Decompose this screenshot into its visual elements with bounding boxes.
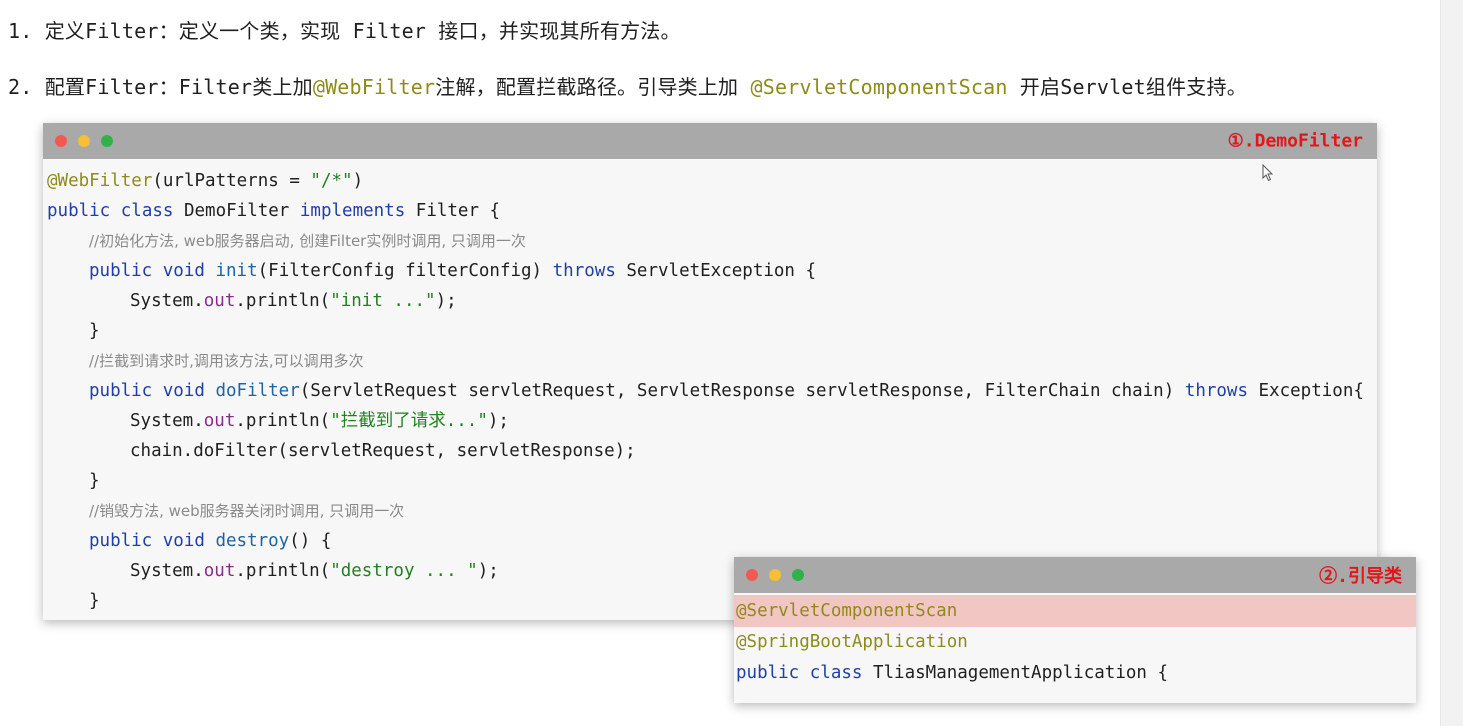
- step-2: 2. 配置Filter：Filter类上加@WebFilter注解，配置拦截路径…: [8, 71, 1247, 100]
- code-line: public class TliasManagementApplication …: [736, 663, 1168, 683]
- demofilter-titlebar: ①.DemoFilter: [43, 123, 1377, 159]
- maximize-dot-icon: [792, 569, 804, 581]
- minimize-dot-icon: [78, 135, 90, 147]
- code-line: @ServletComponentScan: [736, 601, 958, 621]
- code-comment: //销毁方法, web服务器关闭时调用, 只调用一次: [89, 502, 405, 520]
- step-2-text-2: 注解，配置拦截路径。引导类上加: [435, 75, 751, 99]
- step-2-text-3: 开启Servlet组件支持。: [1007, 75, 1247, 99]
- code-line: public void destroy() {: [89, 531, 332, 551]
- step-1: 1. 定义Filter：定义一个类，实现 Filter 接口，并实现其所有方法。: [8, 15, 681, 44]
- code-line: }: [89, 321, 100, 341]
- step-1-text: 定义Filter：定义一个类，实现 Filter 接口，并实现其所有方法。: [44, 19, 681, 43]
- code-comment: //拦截到请求时,调用该方法,可以调用多次: [89, 352, 364, 370]
- code-line: @SpringBootApplication: [736, 632, 968, 652]
- code-line: chain.doFilter(servletRequest, servletRe…: [130, 441, 636, 461]
- step-2-number: 2.: [8, 75, 33, 99]
- minimize-dot-icon: [769, 569, 781, 581]
- code-line: public class DemoFilter implements Filte…: [47, 201, 501, 221]
- application-label: ②.引导类: [1319, 566, 1402, 587]
- application-code: @ServletComponentScan @SpringBootApplica…: [734, 593, 1416, 703]
- step-1-number: 1.: [8, 19, 33, 43]
- mouse-cursor-icon: [1262, 164, 1274, 182]
- close-dot-icon: [55, 135, 67, 147]
- code-line: public void init(FilterConfig filterConf…: [89, 261, 817, 281]
- maximize-dot-icon: [101, 135, 113, 147]
- close-dot-icon: [746, 569, 758, 581]
- code-line: @WebFilter(urlPatterns = "/*"): [47, 171, 364, 191]
- code-line: }: [89, 471, 100, 491]
- step-2-annotation-webfilter: @WebFilter: [312, 75, 436, 99]
- step-2-text-1: 配置Filter：Filter类上加: [44, 75, 313, 99]
- demofilter-code-window: ①.DemoFilter @WebFilter(urlPatterns = "/…: [43, 123, 1377, 620]
- code-line: System.out.println("destroy ... ");: [130, 561, 499, 581]
- application-code-window: ②.引导类 @ServletComponentScan @SpringBootA…: [734, 557, 1416, 703]
- code-line: System.out.println("拦截到了请求...");: [130, 411, 509, 431]
- code-line: public void doFilter(ServletRequest serv…: [89, 381, 1364, 401]
- code-comment: //初始化方法, web服务器启动, 创建Filter实例时调用, 只调用一次: [89, 232, 526, 250]
- application-titlebar: ②.引导类: [734, 557, 1416, 593]
- scrollbar-track[interactable]: [1440, 0, 1463, 726]
- step-2-annotation-servletcomponentscan: @ServletComponentScan: [750, 75, 1008, 99]
- code-line: System.out.println("init ...");: [130, 291, 457, 311]
- code-line: }: [89, 591, 100, 611]
- demofilter-label: ①.DemoFilter: [1227, 130, 1363, 152]
